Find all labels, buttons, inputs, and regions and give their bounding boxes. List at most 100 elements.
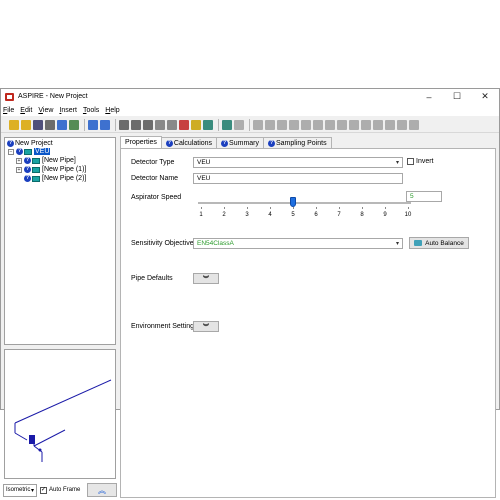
pipe-icon [32, 157, 40, 164]
pipe-icon[interactable] [325, 119, 335, 130]
warning-icon: ? [268, 139, 275, 147]
cut-icon[interactable] [119, 119, 129, 130]
pipe-icon[interactable] [409, 119, 419, 130]
sampling-point [38, 448, 42, 452]
new-icon[interactable] [9, 119, 19, 130]
dollar-icon[interactable] [57, 119, 67, 130]
arrow-icon[interactable] [167, 119, 177, 130]
tree-pipe[interactable]: ? [New Pipe (2)] [24, 174, 86, 183]
pipe-icon[interactable] [337, 119, 347, 130]
slider-tick-label: 9 [383, 212, 387, 218]
menu-view[interactable]: View [38, 107, 53, 114]
tree-pipe[interactable]: + ? [New Pipe (1)] [16, 165, 86, 174]
pipe-icon[interactable] [253, 119, 263, 130]
aspire-logo-icon [5, 92, 14, 101]
toolbar-separator [249, 118, 250, 131]
open-icon[interactable] [21, 119, 31, 130]
collapse-icon[interactable]: − [8, 148, 14, 155]
toolbar-separator [84, 118, 85, 131]
pipe-icon[interactable] [349, 119, 359, 130]
pipe-segment [14, 432, 28, 441]
tab-label: Properties [125, 139, 157, 146]
auto-balance-button[interactable]: Auto Balance [409, 237, 469, 249]
window-title: ASPIRE - New Project [18, 93, 88, 100]
delete-icon[interactable] [179, 119, 189, 130]
double-chevron-down-icon: ︾ [202, 277, 209, 283]
pipe-icon[interactable] [234, 119, 244, 130]
undo-icon[interactable] [88, 119, 98, 130]
aspirator-speed-input[interactable]: 5 [406, 191, 442, 202]
menu-edit[interactable]: Edit [20, 107, 32, 114]
title-bar: ASPIRE - New Project – ☐ ✕ [1, 89, 499, 104]
expand-icon[interactable]: + [16, 157, 22, 164]
detector-name-input[interactable]: VEU [193, 173, 403, 184]
toolbar-separator [218, 118, 219, 131]
auto-frame-toggle[interactable]: ✓ Auto Frame [40, 486, 80, 494]
invert-toggle[interactable]: Invert [407, 158, 434, 165]
pipe-3d-preview[interactable] [4, 349, 116, 479]
slider-tick [362, 207, 363, 209]
redo-icon[interactable] [100, 119, 110, 130]
double-chevron-down-icon: ︾ [202, 325, 209, 331]
pipe-icon[interactable] [313, 119, 323, 130]
slider-thumb[interactable] [290, 197, 296, 207]
print-icon[interactable] [45, 119, 55, 130]
pipe-defaults-expand-button[interactable]: ︾ [193, 273, 219, 284]
environment-settings-expand-button[interactable]: ︾ [193, 321, 219, 332]
tree-pipe-label: [New Pipe (2)] [42, 175, 87, 182]
pipe-icon[interactable] [289, 119, 299, 130]
invert-label: Invert [416, 158, 434, 165]
view-mode-select[interactable]: Isometric ▾ [3, 483, 37, 497]
device-icon[interactable] [203, 119, 213, 130]
menu-help[interactable]: Help [105, 107, 119, 114]
pipe-icon[interactable] [265, 119, 275, 130]
pipe-icon[interactable] [385, 119, 395, 130]
tab-sampling-points[interactable]: ? Sampling Points [263, 137, 332, 148]
tree-pipe[interactable]: + ? [New Pipe] [16, 156, 76, 165]
pipe-icon[interactable] [301, 119, 311, 130]
tab-calculations[interactable]: ? Calculations [160, 137, 218, 148]
detector-type-select[interactable]: VEU ▾ [193, 157, 403, 168]
pipe-icon[interactable] [397, 119, 407, 130]
checklist-icon[interactable] [69, 119, 79, 130]
pipe-icon[interactable] [373, 119, 383, 130]
maximize-button[interactable]: ☐ [443, 89, 471, 104]
pipe-segment [14, 379, 112, 424]
close-button[interactable]: ✕ [471, 89, 499, 104]
slider-track[interactable] [198, 202, 411, 204]
save-icon[interactable] [33, 119, 43, 130]
pipe-icon[interactable] [277, 119, 287, 130]
arrow-icon[interactable] [155, 119, 165, 130]
menu-tools[interactable]: Tools [83, 107, 99, 114]
auto-frame-checkbox[interactable]: ✓ [40, 486, 47, 494]
paste-icon[interactable] [143, 119, 153, 130]
tab-label: Sampling Points [276, 139, 327, 147]
collapse-preview-button[interactable]: ︽ [87, 483, 117, 497]
invert-checkbox[interactable] [407, 158, 414, 165]
grid-icon[interactable] [222, 119, 232, 130]
toolbar [1, 117, 499, 133]
chevron-down-icon: ▾ [395, 160, 399, 166]
slider-tick-label: 7 [337, 212, 341, 218]
pipe-icon[interactable] [361, 119, 371, 130]
copy-icon[interactable] [131, 119, 141, 130]
slider-tick [247, 207, 248, 209]
tab-properties[interactable]: Properties [120, 136, 162, 148]
minimize-button[interactable]: – [415, 89, 443, 104]
menu-file[interactable]: File [3, 107, 14, 114]
pipe-segment [33, 429, 66, 447]
warning-icon: ? [16, 148, 23, 155]
toolbar-separator [115, 118, 116, 131]
sensitivity-objective-value: EN54ClassA [197, 240, 234, 247]
tag-icon[interactable] [191, 119, 201, 130]
app-window: ASPIRE - New Project – ☐ ✕ File Edit Vie… [0, 88, 500, 498]
sensitivity-objective-select[interactable]: EN54ClassA ▾ [193, 238, 403, 249]
detector-name-label: Detector Name [131, 175, 179, 182]
slider-tick-label: 2 [222, 212, 226, 218]
expand-icon[interactable]: + [16, 166, 22, 173]
tab-summary[interactable]: ? Summary [216, 137, 264, 148]
chevron-down-icon: ▾ [395, 241, 399, 247]
menu-insert[interactable]: Insert [59, 107, 77, 114]
tree-detector[interactable]: − ? VEU [8, 147, 51, 156]
slider-tick [201, 207, 202, 209]
